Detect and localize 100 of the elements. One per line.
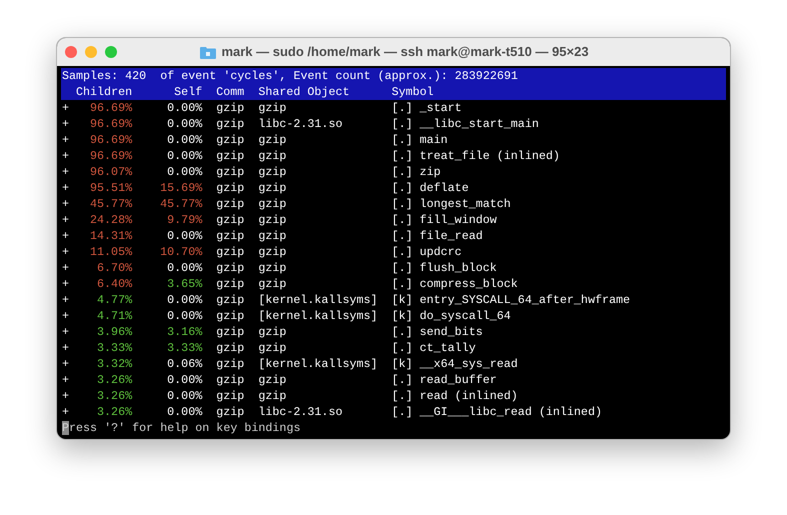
self-percent: 3.65% [166,276,202,292]
comm-cell: gzip [216,164,244,180]
column-header: Comm [216,84,244,100]
children-percent: 3.26% [96,388,132,404]
symbol-cell: [.] fill_window [392,212,497,228]
expand-toggle[interactable]: + [62,340,69,356]
shared-object-cell-text: gzip [258,100,288,116]
comm-cell: gzip [216,148,244,164]
self-percent: 0.06% [166,356,202,372]
minimize-button[interactable] [85,46,97,58]
comm-cell: gzip [216,212,244,228]
self-percent: 0.00% [166,372,202,388]
symbol-cell: [.] __libc_start_main [392,116,539,132]
children-percent: 3.33% [96,340,132,356]
expand-toggle[interactable]: + [62,292,69,308]
children-percent: 14.31% [89,228,132,244]
shared-object-cell-text: [kernel.kallsyms] [258,356,379,372]
self-percent: 3.16% [166,324,202,340]
comm-cell: gzip [216,132,244,148]
comm-cell: gzip [216,196,244,212]
close-button[interactable] [65,46,77,58]
expand-toggle[interactable]: + [62,148,69,164]
expand-toggle[interactable]: + [62,372,69,388]
column-header: Shared Object [258,84,350,100]
window-title: mark — sudo /home/mark — ssh mark@mark-t510 — 95×23 [221,43,589,62]
symbol-cell: [.] longest_match [392,196,511,212]
symbol-cell: [k] entry_SYSCALL_64_after_hwframe [392,292,630,308]
comm-cell: gzip [216,100,244,116]
self-percent: 0.00% [166,132,202,148]
comm-cell: gzip [216,244,244,260]
shared-object-cell-text: [kernel.kallsyms] [258,292,379,308]
expand-toggle[interactable]: + [62,308,69,324]
self-percent: 0.00% [166,116,202,132]
children-percent: 4.77% [96,292,132,308]
self-percent: 45.77% [159,196,202,212]
symbol-cell: [.] _start [392,100,462,116]
children-percent: 3.26% [96,372,132,388]
shared-object-cell-text: gzip [258,212,288,228]
comm-cell: gzip [216,340,244,356]
children-percent: 4.71% [96,308,132,324]
shared-object-cell-text: gzip [258,260,288,276]
shared-object-cell-text: gzip [258,340,288,356]
shared-object-cell-text: gzip [258,324,288,340]
symbol-cell: [.] treat_file (inlined) [392,148,560,164]
column-header: Symbol [392,84,434,100]
expand-toggle[interactable]: + [62,260,69,276]
children-percent: 96.69% [89,132,132,148]
symbol-cell: [.] __GI___libc_read (inlined) [392,404,602,420]
shared-object-cell-text: gzip [258,228,288,244]
symbol-cell: [.] main [392,132,448,148]
children-percent: 3.32% [96,356,132,372]
column-header: Self [173,84,202,100]
summary-line: Samples: 420 of event 'cycles', Event count (approx.): 283922691 [62,68,519,84]
expand-toggle[interactable]: + [62,356,69,372]
children-percent: 96.69% [89,148,132,164]
shared-object-cell-text: gzip [258,244,288,260]
symbol-cell: [.] read (inlined) [392,388,518,404]
self-percent: 0.00% [166,100,202,116]
comm-cell: gzip [216,388,244,404]
expand-toggle[interactable]: + [62,180,69,196]
self-percent: 0.00% [166,260,202,276]
self-percent: 0.00% [166,404,202,420]
expand-toggle[interactable]: + [62,244,69,260]
shared-object-cell-text: gzip [258,372,288,388]
shared-object-cell-text: gzip [258,276,288,292]
column-header: Children [75,84,132,100]
children-percent: 11.05% [89,244,132,260]
comm-cell: gzip [216,228,244,244]
comm-cell: gzip [216,260,244,276]
symbol-cell: [.] file_read [392,228,483,244]
expand-toggle[interactable]: + [62,324,69,340]
expand-toggle[interactable]: + [62,132,69,148]
expand-toggle[interactable]: + [62,116,69,132]
symbol-cell: [.] flush_block [392,260,497,276]
comm-cell: gzip [216,116,244,132]
expand-toggle[interactable]: + [62,228,69,244]
expand-toggle[interactable]: + [62,100,69,116]
shared-object-cell-text: [kernel.kallsyms] [258,308,379,324]
shared-object-cell-text: gzip [258,148,288,164]
expand-toggle[interactable]: + [62,164,69,180]
comm-cell: gzip [216,404,244,420]
expand-toggle[interactable]: + [62,276,69,292]
zoom-button[interactable] [105,46,117,58]
children-percent: 96.69% [89,116,132,132]
expand-toggle[interactable]: + [62,404,69,420]
self-percent: 0.00% [166,164,202,180]
expand-toggle[interactable]: + [62,212,69,228]
self-percent: 15.69% [159,180,202,196]
symbol-cell: [.] send_bits [392,324,483,340]
children-percent: 95.51% [89,180,132,196]
comm-cell: gzip [216,356,244,372]
status-line: Press '?' for help on key bindings [62,421,300,435]
children-percent: 24.28% [89,212,132,228]
expand-toggle[interactable]: + [62,388,69,404]
self-percent: 0.00% [166,388,202,404]
comm-cell: gzip [216,308,244,324]
self-percent: 0.00% [166,228,202,244]
comm-cell: gzip [216,372,244,388]
expand-toggle[interactable]: + [62,196,69,212]
children-percent: 6.70% [96,260,132,276]
